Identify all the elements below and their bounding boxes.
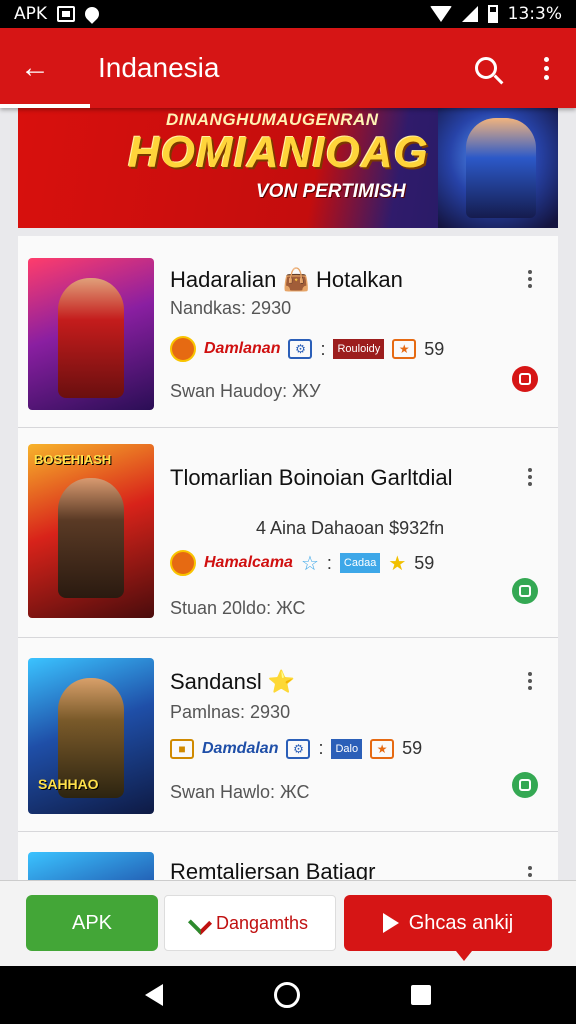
banner-top-text: DINANGHUMAUGENRAN — [166, 110, 379, 129]
category-icon: ⚙ — [288, 339, 313, 359]
status-badge[interactable] — [512, 366, 538, 392]
banner-hero-figure — [466, 118, 536, 218]
notification-image-icon — [57, 6, 76, 22]
list-item[interactable]: Hadaralian 👜 Hotalkan Nandkas: 2930 Daml… — [18, 236, 558, 428]
nav-recents-icon[interactable] — [410, 985, 431, 1005]
app-thumbnail: SАННАО — [28, 658, 154, 814]
promo-banner[interactable]: DINANGHUMAUGENRAN HOMIANIOAG VON PERTIMI… — [18, 108, 558, 228]
app-screen: ← Indanesia DINANGHUMAUGENRAN HOMIANIOAG… — [0, 28, 576, 968]
back-button[interactable]: ← — [0, 28, 70, 108]
apk-button[interactable]: APK — [26, 895, 158, 951]
app-footer-info: Swan Hawlo: ЖС — [170, 782, 310, 802]
genre-tag: Cadaa — [339, 553, 381, 573]
overflow-menu-button[interactable] — [516, 28, 576, 108]
status-app-label: APK — [14, 4, 48, 24]
app-footer-info: Swan Haudoy: ЖУ — [170, 381, 321, 401]
item-menu-button[interactable] — [528, 270, 532, 288]
more-vert-icon — [543, 56, 549, 80]
nav-back-icon[interactable] — [145, 984, 164, 1006]
list-item[interactable]: SАННАО Sandansl ⭐ Pamlnas: 2930 ■ Damdal… — [18, 638, 558, 832]
publisher-logo: Damlanan — [204, 340, 281, 357]
status-bar: APK 13:3% — [0, 0, 576, 28]
app-list[interactable]: DINANGHUMAUGENRAN HOMIANIOAG VON PERTIMI… — [18, 108, 558, 968]
publisher-logo: Hamalcama — [204, 554, 293, 571]
share-arrow-icon — [382, 913, 399, 933]
tab-indicator — [0, 104, 90, 108]
app-subtitle: Nandkas: 2930 — [170, 298, 292, 318]
app-thumbnail — [28, 258, 154, 410]
category-icon: ⚙ — [286, 738, 311, 759]
search-button[interactable] — [456, 28, 516, 108]
rating-icon: ★ — [392, 339, 417, 359]
battery-icon — [487, 5, 498, 23]
thumbnail-tag: BOSEHIASH — [34, 452, 112, 467]
nav-home-icon[interactable] — [273, 982, 300, 1008]
banner-headline: HOMIANIOAG — [128, 128, 429, 177]
app-name: Sandansl ⭐ — [170, 669, 296, 694]
app-badges: Damlanan ⚙ : Rouloidy ★ 59 — [170, 336, 444, 362]
app-bar: ← Indanesia — [0, 28, 576, 108]
genre-tag: Dalo — [331, 738, 363, 759]
wifi-icon — [429, 6, 452, 22]
category-icon: ☆ — [300, 552, 319, 575]
rating-icon: ★ — [370, 738, 395, 759]
item-menu-button[interactable] — [528, 672, 532, 690]
publisher-logo: Damdalan — [202, 739, 279, 757]
list-item[interactable]: BOSEHIASH Tlomarlian Boinoian Garltdial … — [18, 428, 558, 638]
status-badge[interactable] — [512, 772, 538, 798]
publisher-badge-icon — [170, 550, 196, 576]
badge-count: 59 — [414, 552, 435, 573]
badge-count: 59 — [402, 738, 423, 758]
app-subtitle: 4 Aina Dahaoan $932fn — [256, 518, 445, 538]
rating-icon: ★ — [388, 552, 407, 575]
download-check-icon — [187, 910, 212, 936]
thumbnail-tag: SАННАО — [38, 776, 99, 792]
app-name: Hadaralian 👜 Hotalkan — [170, 267, 403, 292]
item-menu-button[interactable] — [528, 468, 532, 486]
app-name: Tlomarlian Boinoian Garltdial — [170, 465, 453, 490]
publisher-badge-icon: ■ — [170, 738, 194, 759]
system-nav-bar — [0, 966, 576, 1024]
share-button[interactable]: Ghcas ankij — [344, 895, 552, 961]
notification-location-icon — [82, 4, 102, 24]
action-bar: APK Dangamths Ghcas ankij — [0, 880, 576, 966]
download-button[interactable]: Dangamths — [164, 895, 336, 951]
status-time: 13:3% — [507, 4, 562, 24]
page-title: Indanesia — [98, 52, 220, 83]
publisher-badge-icon — [170, 336, 196, 362]
app-badges: Hamalcama ☆ : Cadaa ★ 59 — [170, 550, 434, 576]
badge-count: 59 — [424, 338, 445, 359]
banner-subtitle: VON PERTIMISH — [256, 181, 406, 202]
status-badge[interactable] — [512, 578, 538, 604]
app-thumbnail: BOSEHIASH — [28, 444, 154, 618]
app-footer-info: Stuan 20ldo: ЖС — [170, 598, 306, 618]
share-label: Ghcas ankij — [408, 911, 514, 934]
cell-signal-icon — [461, 6, 478, 22]
arrow-left-icon: ← — [20, 51, 50, 84]
search-icon — [475, 57, 497, 79]
genre-tag: Rouloidy — [333, 339, 385, 359]
app-subtitle: Pamlnas: 2930 — [170, 702, 291, 722]
download-label: Dangamths — [215, 912, 309, 933]
app-badges: ■ Damdalan ⚙ : Dalo ★ 59 — [170, 738, 422, 759]
